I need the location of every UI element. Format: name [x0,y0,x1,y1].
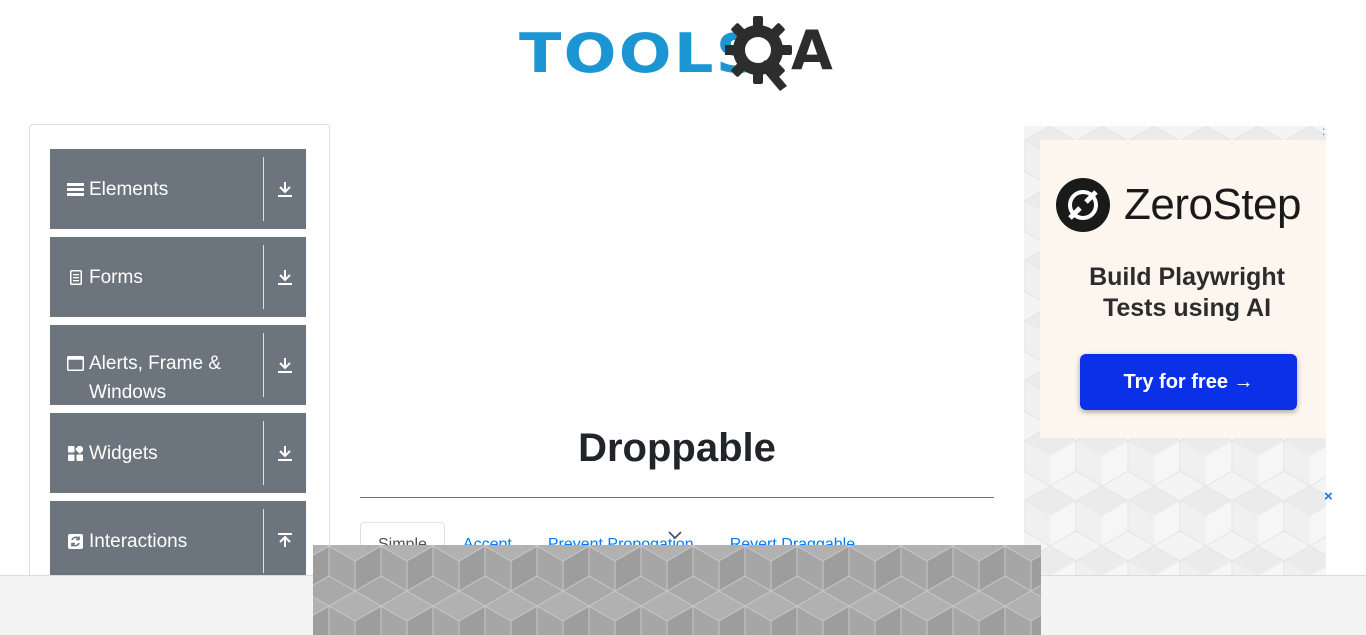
download-arrow-icon[interactable] [264,149,306,229]
ad-headline-line1: Build Playwright [1089,263,1285,291]
group-label: Alerts, Frame & Windows [89,353,221,403]
grid-icon [67,445,84,462]
bottom-advertisement[interactable] [313,545,1041,635]
group-label: Interactions [89,530,188,552]
zerostep-logo-icon [1056,178,1110,232]
sidebar-advertisement[interactable]: ZeroStep Build Playwright Tests using AI… [1024,126,1326,586]
group-forms[interactable]: Forms [50,237,306,317]
group-alerts-frame-windows[interactable]: Alerts, Frame & Windows [50,325,306,405]
chevron-down-icon[interactable] [666,528,684,542]
group-header[interactable]: Widgets [50,413,263,493]
group-elements[interactable]: Elements [50,149,306,229]
gear-q-icon [725,16,792,91]
group-interactions[interactable]: Interactions [50,501,306,581]
download-arrow-icon[interactable] [264,325,306,405]
ad-brand-name: ZeroStep [1124,180,1301,229]
logo-text-a: A [791,19,833,82]
close-icon[interactable]: × [1324,488,1333,505]
page-title: Droppable [578,426,776,470]
group-label: Elements [89,178,169,200]
group-header[interactable]: Interactions [50,501,263,581]
upload-arrow-icon[interactable] [264,501,306,581]
ad-info-icon[interactable]: : [1322,124,1325,138]
bars-icon [67,181,84,198]
ad-brand: ZeroStep [1056,178,1301,232]
interaction-icon [67,533,84,550]
window-icon [67,355,84,372]
group-header[interactable]: Forms [50,237,263,317]
ad-headline: Build Playwright Tests using AI [1038,262,1326,324]
site-logo[interactable]: TOOLS A [519,16,841,92]
left-panel: Elements Forms Alerts, Frame & Windows W… [29,124,330,635]
page: TOOLS A Elements Forms Alerts, Frame & W… [0,0,1366,635]
group-header[interactable]: Elements [50,149,263,229]
ad-cta-button[interactable]: Try for free → [1080,354,1297,410]
ad-card[interactable]: ZeroStep Build Playwright Tests using AI… [1040,140,1326,438]
ad-headline-line2: Tests using AI [1102,294,1272,322]
download-arrow-icon[interactable] [264,413,306,493]
group-widgets[interactable]: Widgets [50,413,306,493]
download-arrow-icon[interactable] [264,237,306,317]
group-label: Forms [89,266,143,288]
group-header[interactable]: Alerts, Frame & Windows [50,325,263,405]
bottom-ad-pattern [313,545,1041,635]
title-divider [360,497,994,498]
document-icon [67,269,84,286]
group-label: Widgets [89,442,158,464]
